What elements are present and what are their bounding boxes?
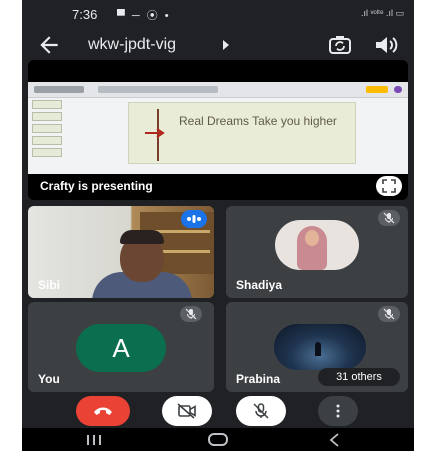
participant-name: Prabina: [236, 372, 281, 386]
signal-battery-icons: .ıl ᵛᵒˡᵗᵉ .ıl ▭: [360, 8, 404, 18]
mic-toggle-button[interactable]: [236, 396, 286, 426]
participant-name: You: [38, 372, 60, 386]
back-icon[interactable]: [328, 433, 342, 447]
audio-level-icon: [187, 215, 201, 223]
toolbar-title: [34, 86, 84, 93]
avatar-figure: [315, 342, 321, 356]
slide-thumbnail: [32, 112, 62, 121]
camera-switch-icon[interactable]: [328, 33, 352, 57]
slide-thumbnails: [32, 100, 68, 172]
avatar: A: [76, 324, 166, 372]
system-nav-bar: [22, 428, 414, 451]
avatar-face: [305, 230, 319, 246]
back-arrow-icon[interactable]: [36, 32, 62, 58]
slide-canvas: Real Dreams Take you higher: [128, 102, 356, 164]
muted-badge: [180, 306, 202, 322]
avatar: [275, 220, 359, 270]
top-app-bar: wkw-jpdt-vig: [22, 28, 414, 62]
more-options-button[interactable]: [318, 396, 358, 426]
participant-tile-shadiya[interactable]: Shadiya: [226, 206, 408, 298]
status-time: 7:36: [72, 7, 98, 22]
participant-name: Shadiya: [236, 278, 283, 292]
avatar-initial: A: [112, 333, 130, 363]
slide-thumbnail: [32, 124, 62, 133]
speaking-indicator: [181, 210, 207, 228]
phone-screen: 7:36 ▀ ─ ⦿ • .ıl ᵛᵒˡᵗᵉ .ıl ▭ wkw-jpdt-vi…: [22, 0, 414, 451]
muted-badge: [378, 306, 400, 322]
fullscreen-icon: [382, 179, 396, 193]
toolbar-avatar: [394, 86, 402, 93]
recents-icon[interactable]: [84, 434, 104, 446]
mic-off-icon: [253, 403, 269, 419]
slides-toolbar: [28, 82, 408, 98]
presentation-tile[interactable]: Real Dreams Take you higher Crafty is pr…: [28, 60, 408, 200]
call-controls: [22, 394, 414, 428]
shared-screen: Real Dreams Take you higher: [28, 82, 408, 174]
end-call-icon: [94, 407, 112, 415]
slide-thumbnail: [32, 100, 62, 109]
mic-off-icon: [383, 308, 395, 320]
mic-off-icon: [383, 212, 395, 224]
meeting-code[interactable]: wkw-jpdt-vig: [88, 36, 176, 54]
slide-thumbnail: [32, 136, 62, 145]
camera-off-icon: [177, 403, 196, 419]
participant-hair: [120, 230, 164, 244]
others-count-chip[interactable]: 31 others: [318, 368, 400, 386]
more-vertical-icon: [336, 404, 340, 418]
mic-off-icon: [185, 308, 197, 320]
home-icon[interactable]: [208, 433, 228, 446]
toolbar-menu: [98, 86, 218, 93]
participant-tile-prabina[interactable]: Prabina 31 others: [226, 302, 408, 392]
speaker-icon[interactable]: [374, 34, 398, 56]
slide-thumbnail: [32, 148, 62, 157]
participant-tile-sibi[interactable]: Sibi: [28, 206, 214, 298]
fullscreen-button[interactable]: [376, 176, 402, 196]
caret-right-icon[interactable]: [221, 39, 231, 51]
slide-arrow-graphic: [145, 128, 165, 138]
toolbar-share: [366, 86, 388, 93]
participant-tile-you[interactable]: A You: [28, 302, 214, 392]
muted-badge: [378, 210, 400, 226]
notification-icons: ▀ ─ ⦿ •: [117, 10, 171, 22]
participant-name: Sibi: [38, 278, 61, 292]
camera-toggle-button[interactable]: [162, 396, 212, 426]
end-call-button[interactable]: [76, 396, 130, 426]
status-bar: 7:36 ▀ ─ ⦿ • .ıl ᵛᵒˡᵗᵉ .ıl ▭: [22, 0, 414, 28]
avatar: [274, 324, 366, 370]
slide-text: Real Dreams Take you higher: [179, 114, 337, 128]
presenter-label: Crafty is presenting: [40, 179, 153, 193]
